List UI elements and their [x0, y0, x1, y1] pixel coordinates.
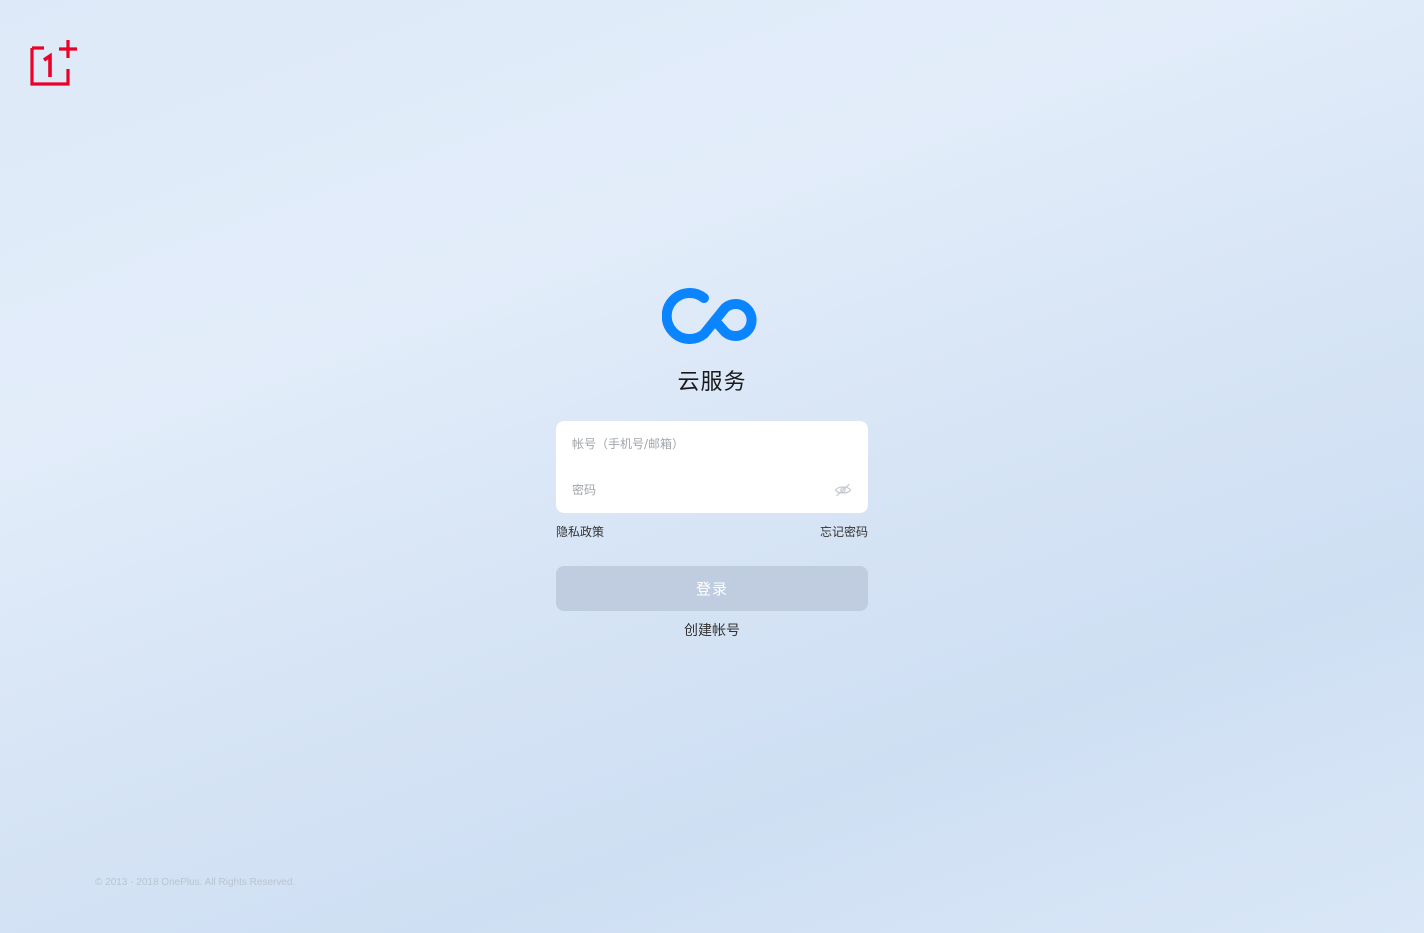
- oneplus-logo-icon: [30, 40, 77, 86]
- account-field-row: [572, 421, 852, 467]
- login-form: [556, 421, 868, 513]
- form-links: 隐私政策 忘记密码: [556, 524, 868, 540]
- eye-off-icon[interactable]: [834, 483, 852, 497]
- password-field-row: [572, 467, 852, 513]
- cloud-infinity-icon: [662, 288, 757, 344]
- privacy-policy-link[interactable]: 隐私政策: [556, 524, 604, 540]
- login-button[interactable]: 登录: [556, 566, 868, 611]
- login-panel: 云服务 隐私政策 忘记密码 登录 创建帐号: [556, 284, 868, 641]
- password-input[interactable]: [572, 483, 834, 497]
- copyright-footer: © 2013 - 2018 OnePlus. All Rights Reserv…: [95, 877, 296, 888]
- forgot-password-link[interactable]: 忘记密码: [820, 524, 868, 540]
- app-title: 云服务: [677, 370, 747, 395]
- account-input[interactable]: [572, 437, 852, 451]
- create-account-link[interactable]: 创建帐号: [556, 621, 868, 641]
